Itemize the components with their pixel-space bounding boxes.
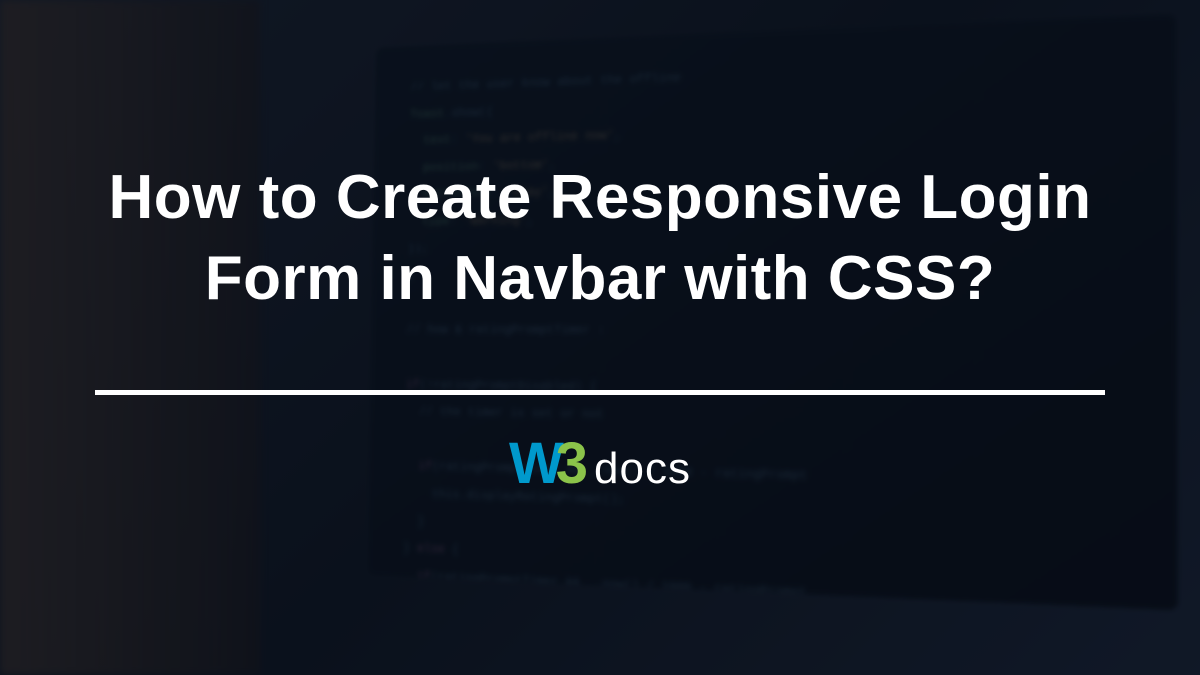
content-container: How to Create Responsive Login Form in N… (0, 0, 1200, 675)
w3docs-logo: W 3 docs (509, 430, 691, 497)
page-title: How to Create Responsive Login Form in N… (60, 158, 1140, 319)
logo-w-part: W (509, 430, 560, 497)
logo-docs-part: docs (594, 444, 691, 494)
logo-3-part: 3 (556, 430, 588, 497)
divider-line (95, 390, 1105, 395)
